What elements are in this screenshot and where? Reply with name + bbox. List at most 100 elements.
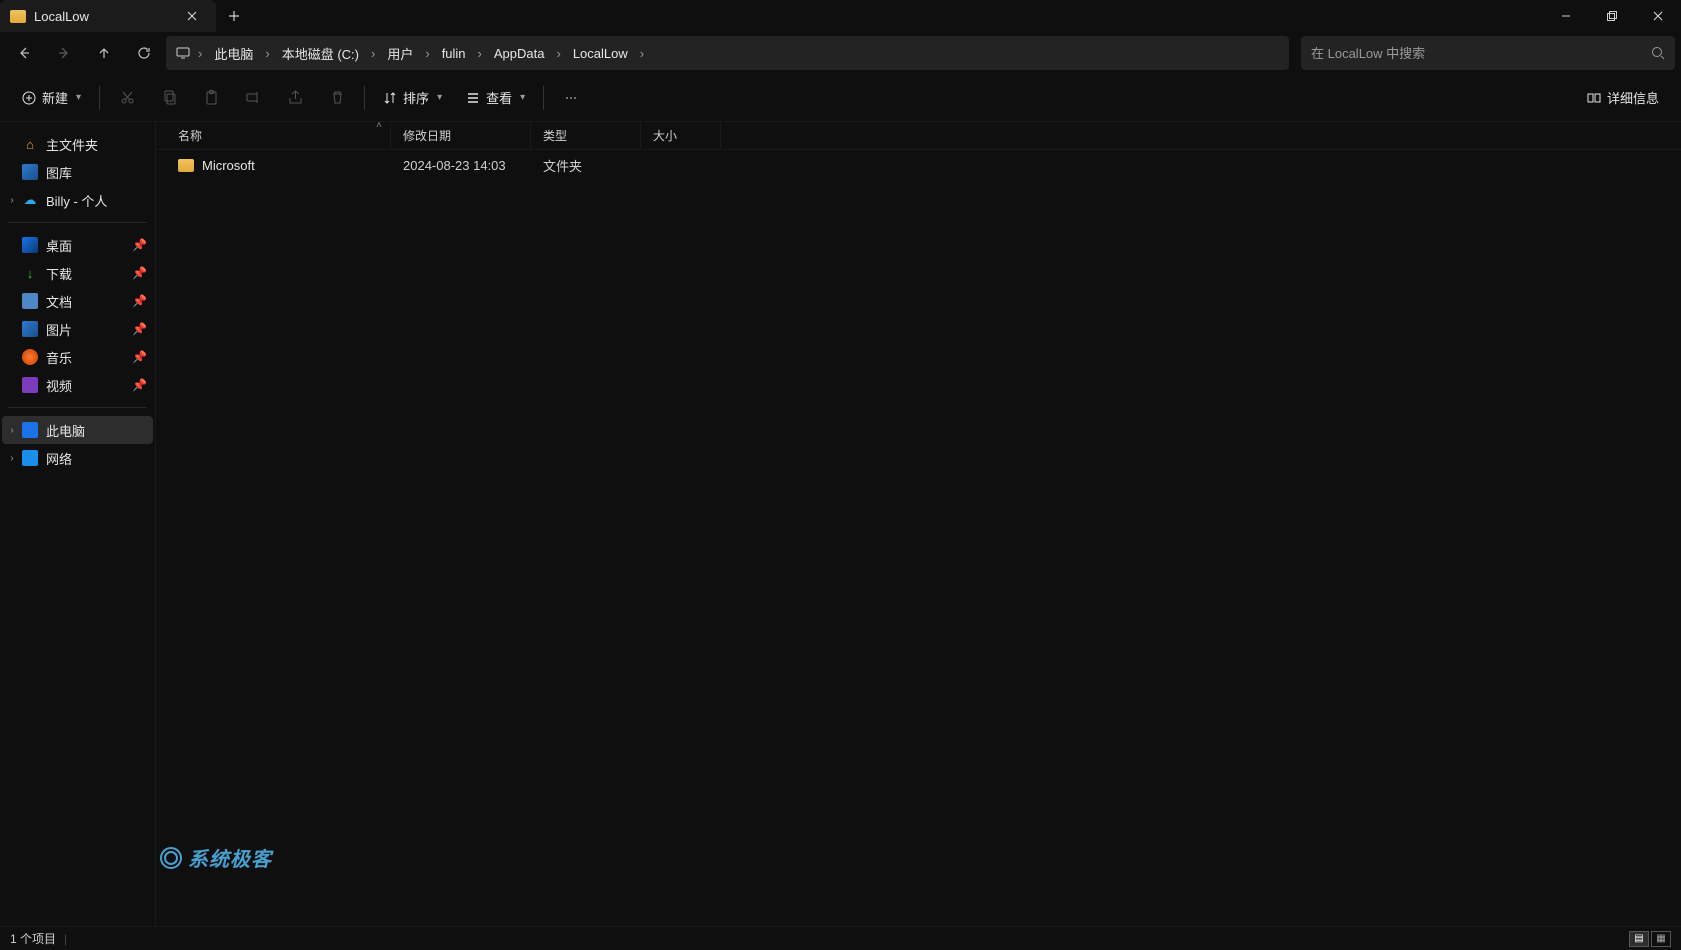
chevron-right-icon[interactable]: ›	[263, 42, 271, 65]
new-button[interactable]: 新建 ▾	[12, 81, 91, 115]
up-button[interactable]	[86, 35, 122, 71]
column-header-date[interactable]: 修改日期	[391, 122, 531, 149]
close-icon	[187, 11, 197, 21]
sort-icon	[383, 91, 397, 105]
column-header-name[interactable]: 名称 ˄	[156, 122, 391, 149]
rename-icon	[246, 90, 261, 105]
paste-button[interactable]	[192, 81, 230, 115]
chevron-right-icon[interactable]: ›	[476, 42, 484, 65]
breadcrumb-item[interactable]: AppData	[486, 42, 553, 65]
sidebar-item-label: 主文件夹	[46, 135, 98, 154]
table-row[interactable]: Microsoft 2024-08-23 14:03 文件夹	[156, 150, 1681, 180]
gallery-icon	[22, 164, 38, 180]
search-bar[interactable]	[1301, 36, 1675, 70]
sidebar-item-label: 下载	[46, 264, 72, 283]
copy-button[interactable]	[150, 81, 188, 115]
chevron-down-icon: ▾	[437, 92, 442, 103]
maximize-icon	[1607, 11, 1617, 21]
chevron-right-icon[interactable]: ›	[6, 453, 18, 464]
details-view-button[interactable]: ▤	[1629, 931, 1649, 947]
chevron-right-icon[interactable]: ›	[6, 195, 18, 206]
toolbar: 新建 ▾ 排序 ▾ 查看 ▾ 详细信息	[0, 74, 1681, 122]
breadcrumb-item[interactable]: LocalLow	[565, 42, 636, 65]
sidebar-item-onedrive[interactable]: › ☁ Billy - 个人	[2, 186, 153, 214]
column-header-size[interactable]: 大小	[641, 122, 721, 149]
folder-icon	[10, 10, 26, 23]
pin-icon: 📌	[132, 238, 147, 252]
breadcrumb-item[interactable]: 本地磁盘 (C:)	[274, 40, 367, 67]
new-tab-button[interactable]	[216, 0, 252, 32]
cut-icon	[120, 90, 135, 105]
details-button[interactable]: 详细信息	[1577, 81, 1669, 115]
column-label: 大小	[653, 127, 677, 144]
share-button[interactable]	[276, 81, 314, 115]
chevron-right-icon[interactable]: ›	[369, 42, 377, 65]
cell-name: Microsoft	[166, 158, 391, 173]
plus-circle-icon	[22, 91, 36, 105]
view-button[interactable]: 查看 ▾	[456, 81, 535, 115]
forward-button[interactable]	[46, 35, 82, 71]
share-icon	[288, 90, 303, 105]
plus-icon	[228, 10, 240, 22]
arrow-right-icon	[57, 46, 71, 60]
pin-icon: 📌	[132, 294, 147, 308]
arrow-up-icon	[97, 46, 111, 60]
sidebar-item-desktop[interactable]: 桌面 📌	[2, 231, 153, 259]
sort-button[interactable]: 排序 ▾	[373, 81, 452, 115]
file-list[interactable]: Microsoft 2024-08-23 14:03 文件夹	[156, 150, 1681, 926]
watermark: 系统极客	[160, 843, 272, 872]
sidebar-item-label: 图片	[46, 320, 72, 339]
document-icon	[22, 293, 38, 309]
separator	[8, 222, 147, 223]
maximize-button[interactable]	[1589, 0, 1635, 32]
tab-locallow[interactable]: LocalLow	[0, 0, 216, 32]
sort-label: 排序	[403, 88, 429, 107]
paste-icon	[204, 90, 219, 105]
refresh-button[interactable]	[126, 35, 162, 71]
chevron-right-icon[interactable]: ›	[638, 42, 646, 65]
address-bar[interactable]: › 此电脑 › 本地磁盘 (C:) › 用户 › fulin › AppData…	[166, 36, 1289, 70]
search-input[interactable]	[1311, 46, 1651, 61]
tab-label: LocalLow	[34, 9, 89, 24]
watermark-text: 系统极客	[188, 843, 272, 872]
chevron-down-icon: ▾	[520, 92, 525, 103]
column-header-type[interactable]: 类型	[531, 122, 641, 149]
tiles-view-button[interactable]: ▦	[1651, 931, 1671, 947]
chevron-right-icon[interactable]: ›	[423, 42, 431, 65]
sidebar-item-home[interactable]: ⌂ 主文件夹	[2, 130, 153, 158]
cell-date: 2024-08-23 14:03	[391, 158, 531, 173]
sidebar-item-this-pc[interactable]: › 此电脑	[2, 416, 153, 444]
arrow-left-icon	[17, 46, 31, 60]
window-close-button[interactable]	[1635, 0, 1681, 32]
sidebar: ⌂ 主文件夹 图库 › ☁ Billy - 个人 桌面 📌 ↓ 下载	[0, 122, 156, 926]
folder-icon	[178, 159, 194, 172]
sidebar-item-documents[interactable]: 文档 📌	[2, 287, 153, 315]
sidebar-item-label: 网络	[46, 449, 72, 468]
breadcrumb-item[interactable]: fulin	[434, 42, 474, 65]
breadcrumb-item[interactable]: 此电脑	[206, 40, 261, 67]
view-toggle: ▤ ▦	[1629, 931, 1671, 947]
tab-close-button[interactable]	[178, 4, 206, 28]
view-icon	[466, 91, 480, 105]
chevron-right-icon[interactable]: ›	[554, 42, 562, 65]
sidebar-item-gallery[interactable]: 图库	[2, 158, 153, 186]
cut-button[interactable]	[108, 81, 146, 115]
rename-button[interactable]	[234, 81, 272, 115]
sidebar-item-label: 文档	[46, 292, 72, 311]
minimize-button[interactable]	[1543, 0, 1589, 32]
sidebar-item-label: 桌面	[46, 236, 72, 255]
sidebar-item-downloads[interactable]: ↓ 下载 📌	[2, 259, 153, 287]
sidebar-item-label: Billy - 个人	[46, 191, 107, 210]
chevron-right-icon[interactable]: ›	[196, 42, 204, 65]
view-label: 查看	[486, 88, 512, 107]
chevron-right-icon[interactable]: ›	[6, 425, 18, 436]
back-button[interactable]	[6, 35, 42, 71]
sidebar-item-music[interactable]: 音乐 📌	[2, 343, 153, 371]
sidebar-item-video[interactable]: 视频 📌	[2, 371, 153, 399]
breadcrumb-item[interactable]: 用户	[379, 40, 421, 67]
sidebar-item-network[interactable]: › 网络	[2, 444, 153, 472]
more-button[interactable]	[552, 81, 590, 115]
delete-button[interactable]	[318, 81, 356, 115]
sidebar-item-pictures[interactable]: 图片 📌	[2, 315, 153, 343]
sidebar-item-label: 视频	[46, 376, 72, 395]
